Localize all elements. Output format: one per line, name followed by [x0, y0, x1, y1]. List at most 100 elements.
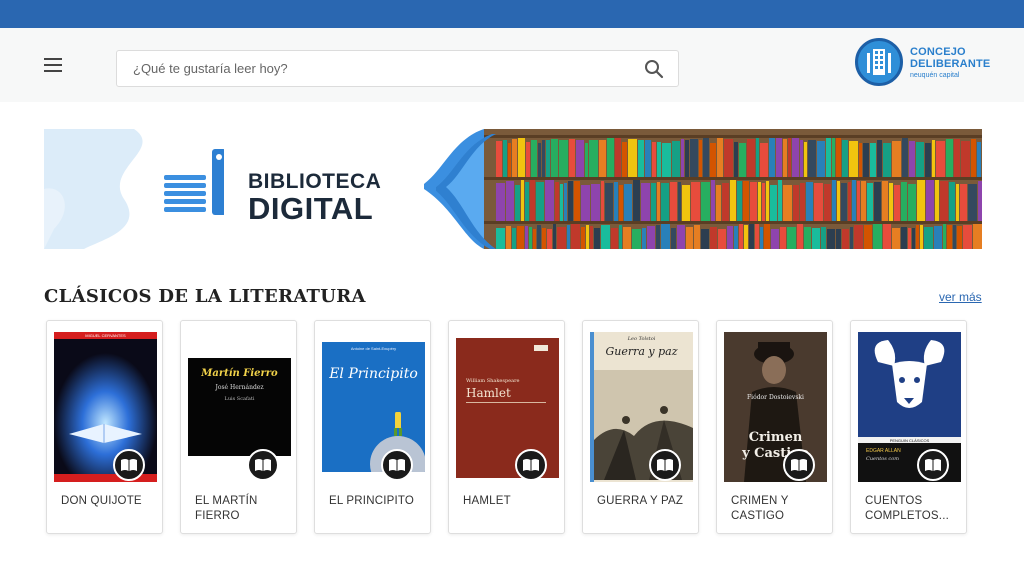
cover-illustrator: Luis Scafati [224, 396, 255, 402]
bookshelf-spine [557, 227, 566, 249]
book-title: DON QUIJOTE [61, 495, 142, 507]
bookshelf-spine [901, 182, 907, 221]
bookshelf-spine [569, 139, 575, 177]
bookshelf-spine [568, 181, 573, 221]
bookshelf-spine [601, 225, 610, 249]
cover-author: José Hernández [215, 384, 264, 391]
bookshelf-spine [574, 181, 580, 221]
bookshelf-spine [792, 138, 799, 177]
concejo-deliberante-logo[interactable]: CONCEJO DELIBERANTE neuquén capital [855, 36, 995, 90]
bookshelf-spine [496, 141, 502, 177]
read-book-button[interactable] [113, 449, 145, 481]
bookshelf-spine [512, 228, 516, 249]
book-card-crimen-y-castigo[interactable]: Fiódor Dostoievski Crimen y Castigo CRIM… [716, 320, 833, 534]
bookshelf-spine [506, 181, 514, 221]
bookshelf-spine [870, 143, 876, 177]
bookshelf-spine [874, 182, 881, 221]
bookshelf-spine [642, 228, 646, 249]
bookshelf-spine [797, 224, 803, 249]
bookshelf-spine [901, 227, 907, 249]
bookshelf-spine [537, 225, 541, 249]
bookshelf-spine [623, 227, 631, 249]
bookshelf-spine [932, 140, 935, 177]
bookshelf-spine [734, 226, 738, 249]
menu-icon[interactable] [44, 58, 64, 74]
cover-title: Guerra y paz [605, 345, 678, 358]
read-book-button[interactable] [381, 449, 413, 481]
bookshelf-spine [963, 225, 972, 249]
bookshelf-spine [517, 226, 524, 249]
bookshelf-spine [758, 182, 761, 221]
bookshelf-spine [589, 140, 598, 177]
bookshelf-spine [771, 229, 779, 249]
logo-text-concejo: CONCEJO [910, 46, 966, 58]
book-card-cuentos-completos[interactable]: PENGUIN CLÁSICOS EDGAR ALLAN Cuentos com… [850, 320, 967, 534]
read-book-button[interactable] [649, 449, 681, 481]
book-card-guerra-y-paz[interactable]: Leo Tolstoi Guerra y paz GUERRA Y PAZ [582, 320, 699, 534]
search-input[interactable] [117, 51, 617, 86]
cover-subtitle: Cuentos com [866, 456, 899, 462]
book-card-hamlet[interactable]: William Shakespeare Hamlet HAMLET [448, 320, 565, 534]
open-book-icon [255, 459, 271, 471]
bookshelf-spine [936, 141, 945, 177]
bookshelf-spine [949, 182, 955, 221]
bookshelf-spine [661, 224, 670, 249]
bookshelf-spine [808, 140, 816, 177]
bookshelf-spine [542, 140, 545, 177]
book-card-martin-fierro[interactable]: Martín Fierro José Hernández Luis Scafat… [180, 320, 297, 534]
bookshelf-spine [601, 181, 604, 221]
bookshelf-spine [804, 142, 807, 177]
bookshelf-spine [956, 184, 959, 221]
bookshelf-spine [889, 183, 893, 221]
bookshelf-spine [926, 180, 934, 221]
bookshelf-spine [701, 229, 709, 249]
open-book-icon [791, 459, 807, 471]
bookshelf-spine [836, 229, 841, 249]
bookshelf-spine [525, 226, 528, 249]
bookshelf-spine [560, 184, 563, 221]
bookshelf-spine [722, 183, 729, 221]
read-book-button[interactable] [515, 449, 547, 481]
logo-emblem-icon [855, 38, 903, 86]
bookshelf-spine [873, 224, 882, 249]
book-card-don-quijote[interactable]: MIGUEL CERVANTES DON QUIJOTE [46, 320, 163, 534]
bookshelf-spine [724, 139, 733, 177]
bookshelf-spine [632, 229, 641, 249]
bookshelf-spine [690, 139, 698, 177]
cover-title: Hamlet [466, 386, 511, 400]
bookshelf-spine [576, 140, 584, 177]
search-icon[interactable] [644, 59, 664, 79]
bookshelf-spine [521, 180, 524, 221]
see-more-link[interactable]: ver más [939, 290, 982, 304]
bookshelf-spine [526, 142, 530, 177]
bookshelf-spine [882, 181, 888, 221]
bookshelf-spine [787, 227, 796, 249]
book-card-el-principito[interactable]: Antoine de Saint-Exupéry El Principito E… [314, 320, 431, 534]
read-book-button[interactable] [247, 449, 279, 481]
bookshelf-spine [867, 183, 873, 221]
book-title: GUERRA Y PAZ [597, 495, 684, 507]
bookshelf-spine [814, 183, 823, 221]
bookshelf-spine [657, 142, 661, 177]
bookshelf-spine [605, 183, 613, 221]
book-stack-icon [164, 149, 224, 215]
bookshelf-spine [973, 224, 982, 249]
bookshelf-spine [536, 182, 544, 221]
bookshelf-spine [496, 183, 505, 221]
open-book-icon [523, 459, 539, 471]
bookshelf-spine [682, 185, 690, 221]
bookshelf-spine [567, 225, 570, 249]
bookshelf-spine [694, 225, 700, 249]
read-book-button[interactable] [783, 449, 815, 481]
read-book-button[interactable] [917, 449, 949, 481]
bookshelf-spine [760, 143, 768, 177]
open-book-icon [389, 459, 405, 471]
bookshelf-spine [614, 182, 618, 221]
bookshelf-spine [776, 138, 782, 177]
bookshelf-spine [496, 228, 505, 249]
bookshelf-spine [894, 185, 900, 221]
bookshelf-spine [711, 180, 715, 221]
bookshelf-spine [518, 138, 525, 177]
bookshelf-spine [661, 183, 669, 221]
bookshelf-spine [817, 141, 825, 177]
